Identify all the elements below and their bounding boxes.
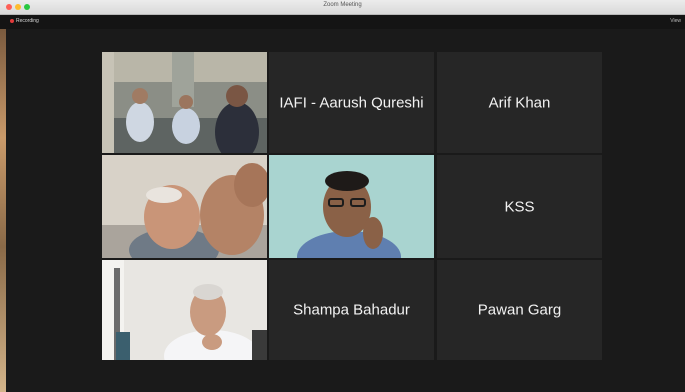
participant-name: IAFI - Aarush Qureshi xyxy=(279,94,424,111)
background-window-edge xyxy=(0,29,6,392)
window-title: Zoom Meeting xyxy=(323,2,362,8)
participant-office-video xyxy=(102,260,267,360)
participant-glasses-video xyxy=(269,155,434,258)
participant-tile-7[interactable]: Shampa Bahadur xyxy=(269,260,434,360)
participant-name: Arif Khan xyxy=(488,94,551,111)
window-titlebar: Zoom Meeting xyxy=(0,0,685,15)
recording-label: Recording xyxy=(16,18,39,24)
recording-indicator[interactable]: Recording xyxy=(10,18,39,24)
participant-closeup-video xyxy=(102,155,267,258)
view-button[interactable]: View xyxy=(670,18,681,24)
participant-tile-video-3[interactable] xyxy=(269,155,434,258)
participant-name: KSS xyxy=(504,198,535,215)
participant-tile-2[interactable]: Arif Khan xyxy=(437,52,602,153)
conference-room-video xyxy=(102,52,267,153)
meeting-topbar: Recording View xyxy=(0,15,685,29)
participant-name: Shampa Bahadur xyxy=(293,301,410,319)
participant-tile-8[interactable]: Pawan Garg xyxy=(437,260,602,360)
record-dot-icon xyxy=(10,19,14,23)
participant-tile-5[interactable]: KSS xyxy=(437,155,602,258)
participant-tile-video-2[interactable] xyxy=(102,155,267,258)
participant-tile-video-4[interactable] xyxy=(102,260,267,360)
participant-tile-video-1[interactable] xyxy=(102,52,267,153)
participant-tile-1[interactable]: IAFI - Aarush Qureshi xyxy=(269,52,434,153)
participant-name: Pawan Garg xyxy=(477,301,562,319)
